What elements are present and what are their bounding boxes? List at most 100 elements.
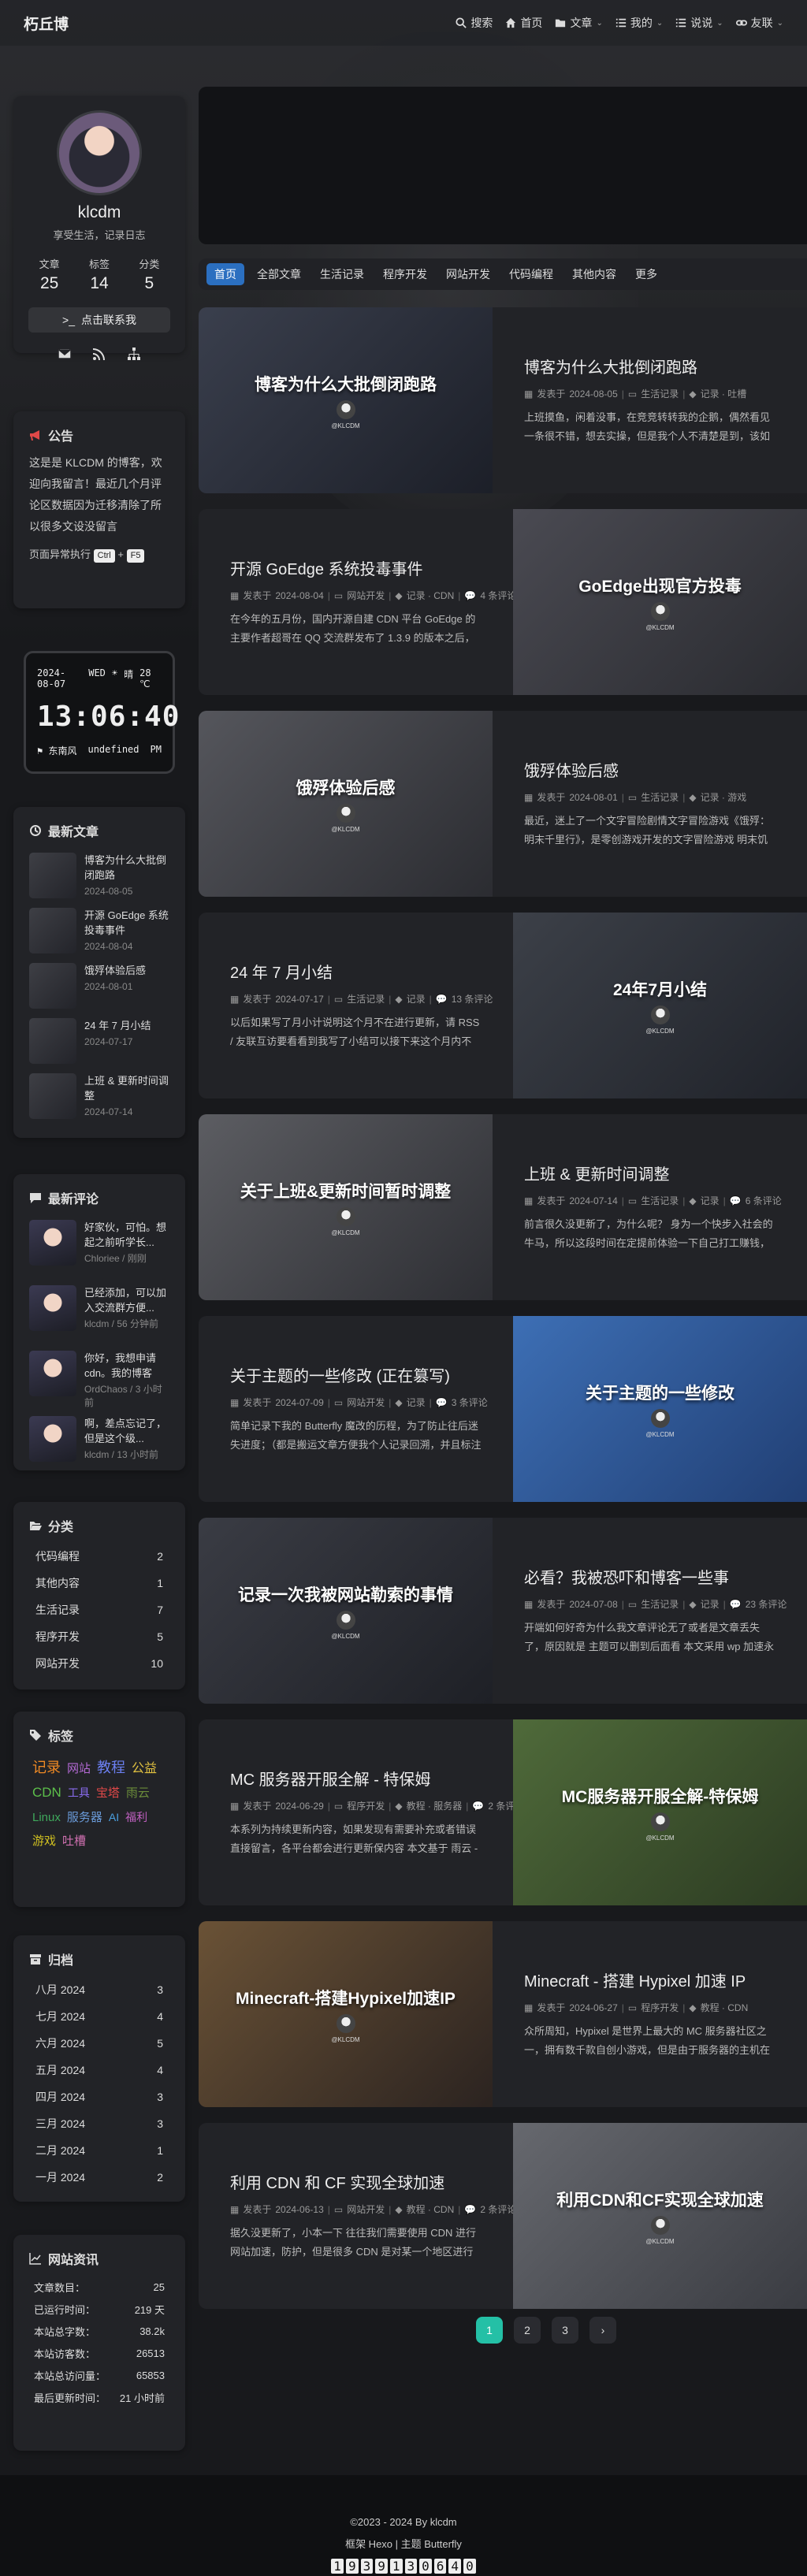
recent-post-title[interactable]: 24 年 7 月小结 xyxy=(84,1018,151,1033)
post-card[interactable]: 博客为什么大批倒闭跑路 @KLCDM 博客为什么大批倒闭跑路 ▦ 发表于 2024-… xyxy=(199,307,807,493)
post-category[interactable]: 程序开发 xyxy=(347,1799,385,1812)
category-item[interactable]: 网站开发 10 xyxy=(13,1650,185,1677)
tag-item[interactable]: 游戏 xyxy=(32,1830,56,1853)
archive-item[interactable]: 五月 2024 4 xyxy=(13,2057,185,2083)
category-item[interactable]: 生活记录 7 xyxy=(13,1597,185,1623)
comment-item[interactable]: 已经添加，可以加入交流群方便... klcdm / 56 分钟前 xyxy=(13,1281,185,1346)
post-tags[interactable]: 教程 · 服务器 xyxy=(407,1799,463,1812)
email-icon[interactable] xyxy=(58,347,72,361)
nav-search[interactable]: 搜索 xyxy=(456,15,493,31)
nav-talks[interactable]: 说说 ⌄ xyxy=(675,15,723,31)
tag-item[interactable]: 记录 xyxy=(32,1756,61,1779)
page-3[interactable]: 3 xyxy=(552,2317,578,2344)
tag-item[interactable]: Linux xyxy=(32,1806,61,1830)
tag-item[interactable]: 吐槽 xyxy=(62,1830,86,1853)
post-card[interactable]: 饿殍体验后感 @KLCDM 饿殍体验后感 ▦ 发表于 2024-08-01 | ▭ 生活… xyxy=(199,711,807,897)
page-1[interactable]: 1 xyxy=(476,2317,503,2344)
archive-item[interactable]: 三月 2024 3 xyxy=(13,2110,185,2137)
stat-categories[interactable]: 分类 5 xyxy=(139,256,159,293)
post-cover[interactable]: 记录一次我被网站勒索的事情 @KLCDM xyxy=(199,1518,493,1704)
post-tags[interactable]: 记录 · 吐槽 xyxy=(701,387,747,400)
category-tab[interactable]: 全部文章 xyxy=(251,263,307,285)
post-category[interactable]: 生活记录 xyxy=(347,992,385,1005)
post-tags[interactable]: 记录 · CDN xyxy=(407,589,455,602)
post-tags[interactable]: 记录 · 游戏 xyxy=(701,790,747,804)
recent-post-title[interactable]: 开源 GoEdge 系统投毒事件 xyxy=(84,908,169,938)
post-title[interactable]: 饿殍体验后感 xyxy=(524,758,775,781)
post-card[interactable]: 利用CDN和CF实现全球加速 @KLCDM 利用 CDN 和 CF 实现全球加速… xyxy=(199,2123,807,2309)
tag-item[interactable]: 宝塔 xyxy=(96,1782,120,1805)
category-tab[interactable]: 其他内容 xyxy=(566,263,623,285)
category-item[interactable]: 代码编程 2 xyxy=(13,1543,185,1570)
post-title[interactable]: 24 年 7 月小结 xyxy=(230,960,482,983)
post-category[interactable]: 网站开发 xyxy=(347,1396,385,1409)
post-cover[interactable]: 关于主题的一些修改 @KLCDM xyxy=(513,1316,807,1502)
category-item[interactable]: 其他内容 1 xyxy=(13,1570,185,1597)
tag-item[interactable]: 工具 xyxy=(68,1781,90,1805)
page-2[interactable]: 2 xyxy=(514,2317,541,2344)
next-page-button[interactable]: › xyxy=(589,2317,616,2344)
post-cover[interactable]: MC服务器开服全解-特保姆 @KLCDM xyxy=(513,1719,807,1905)
category-tab[interactable]: 代码编程 xyxy=(503,263,560,285)
post-tags[interactable]: 教程 · CDN xyxy=(701,2001,749,2014)
post-tags[interactable]: 记录 xyxy=(407,1396,426,1409)
post-category[interactable]: 网站开发 xyxy=(347,2202,385,2216)
tag-item[interactable]: CDN xyxy=(32,1781,61,1805)
post-category[interactable]: 网站开发 xyxy=(347,589,385,602)
category-tab[interactable]: 网站开发 xyxy=(440,263,496,285)
nav-articles[interactable]: 文章 ⌄ xyxy=(555,15,603,31)
post-category[interactable]: 生活记录 xyxy=(641,387,679,400)
archive-item[interactable]: 二月 2024 1 xyxy=(13,2137,185,2164)
post-title[interactable]: 必看？我被恐吓和博客一些事 xyxy=(524,1565,775,1588)
nav-friends[interactable]: 友联 ⌄ xyxy=(735,15,783,31)
recent-post-title[interactable]: 博客为什么大批倒闭跑路 xyxy=(84,853,169,883)
post-comments[interactable]: 3 条评论 xyxy=(452,1396,488,1409)
recent-post-item[interactable]: 上班 & 更新时间调整 2024-07-14 xyxy=(13,1069,185,1124)
post-cover[interactable]: 24年7月小结 @KLCDM xyxy=(513,913,807,1098)
tag-item[interactable]: 公益 xyxy=(132,1757,157,1781)
post-card[interactable]: 关于主题的一些修改 @KLCDM 关于主题的一些修改 (正在篡写) ▦ 发表于 20… xyxy=(199,1316,807,1502)
recent-post-item[interactable]: 开源 GoEdge 系统投毒事件 2024-08-04 xyxy=(13,903,185,958)
post-card[interactable]: Minecraft-搭建Hypixel加速IP @KLCDM Minecraft… xyxy=(199,1921,807,2107)
archive-item[interactable]: 四月 2024 3 xyxy=(13,2083,185,2110)
post-card[interactable]: 记录一次我被网站勒索的事情 @KLCDM 必看？我被恐吓和博客一些事 ▦ 发表于 2… xyxy=(199,1518,807,1704)
stat-articles[interactable]: 文章 25 xyxy=(39,256,60,293)
category-tab-home[interactable]: 首页 xyxy=(206,263,244,285)
post-cover[interactable]: GoEdge出现官方投毒 @KLCDM xyxy=(513,509,807,695)
archive-item[interactable]: 七月 2024 4 xyxy=(13,2003,185,2030)
nav-mine[interactable]: 我的 ⌄ xyxy=(615,15,663,31)
post-tags[interactable]: 记录 xyxy=(407,992,426,1005)
post-cover[interactable]: Minecraft-搭建Hypixel加速IP @KLCDM xyxy=(199,1921,493,2107)
tag-item[interactable]: AI xyxy=(109,1805,119,1829)
tag-item[interactable]: 服务器 xyxy=(67,1806,102,1830)
recent-post-title[interactable]: 上班 & 更新时间调整 xyxy=(84,1073,169,1103)
post-title[interactable]: 关于主题的一些修改 (正在篡写) xyxy=(230,1363,482,1386)
comment-text[interactable]: 你好，我想申请 cdn。我的博客是... xyxy=(84,1351,169,1381)
post-cover[interactable]: 关于上班&更新时间暂时调整 @KLCDM xyxy=(199,1114,493,1300)
post-category[interactable]: 生活记录 xyxy=(641,1194,679,1207)
stat-tags[interactable]: 标签 14 xyxy=(89,256,110,293)
post-card[interactable]: 24年7月小结 @KLCDM 24 年 7 月小结 ▦ 发表于 2024-07-17… xyxy=(199,913,807,1098)
post-comments[interactable]: 6 条评论 xyxy=(746,1194,782,1207)
post-tags[interactable]: 教程 · CDN xyxy=(407,2202,455,2216)
archive-item[interactable]: 八月 2024 3 xyxy=(13,1976,185,2003)
post-title[interactable]: 上班 & 更新时间调整 xyxy=(524,1162,775,1184)
recent-post-item[interactable]: 饿殍体验后感 2024-08-01 xyxy=(13,958,185,1013)
rss-icon[interactable] xyxy=(92,347,106,361)
post-tags[interactable]: 记录 xyxy=(701,1597,720,1611)
post-tags[interactable]: 记录 xyxy=(701,1194,720,1207)
tag-item[interactable]: 雨云 xyxy=(126,1782,150,1805)
tag-item[interactable]: 网站 xyxy=(67,1757,91,1781)
nav-home[interactable]: 首页 xyxy=(505,15,542,31)
comment-item[interactable]: 好家伙，可怕。想起之前听学长... Chloriee / 刚刚 xyxy=(13,1215,185,1281)
post-title[interactable]: 博客为什么大批倒闭跑路 xyxy=(524,355,775,377)
comment-item[interactable]: 啊，差点忘记了，但是这个级... klcdm / 13 小时前 xyxy=(13,1411,185,1477)
comment-item[interactable]: 你好，我想申请 cdn。我的博客是... OrdChaos / 3 小时前 xyxy=(13,1346,185,1411)
recent-post-item[interactable]: 博客为什么大批倒闭跑路 2024-08-05 xyxy=(13,848,185,903)
post-title[interactable]: 利用 CDN 和 CF 实现全球加速 xyxy=(230,2170,482,2193)
comment-text[interactable]: 好家伙，可怕。想起之前听学长... xyxy=(84,1220,169,1250)
site-brand[interactable]: 朽丘博 xyxy=(24,13,69,34)
post-category[interactable]: 生活记录 xyxy=(641,790,679,804)
comment-text[interactable]: 已经添加，可以加入交流群方便... xyxy=(84,1285,169,1315)
post-comments[interactable]: 13 条评论 xyxy=(452,992,493,1005)
